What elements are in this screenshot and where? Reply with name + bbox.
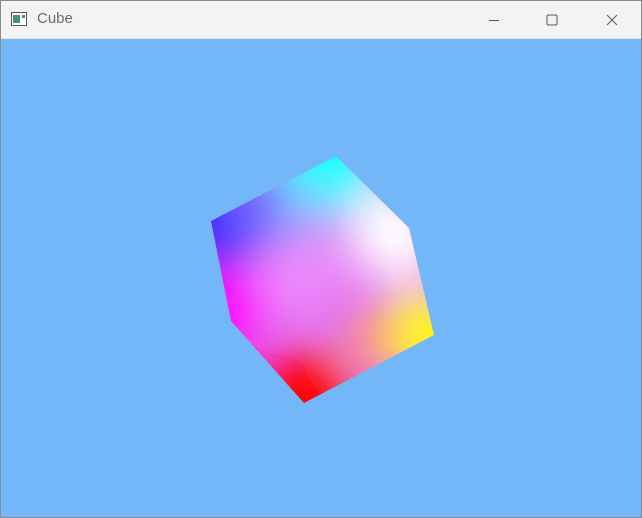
maximize-button[interactable] <box>523 1 581 38</box>
cube-color-gradient <box>211 156 434 403</box>
window-title: Cube <box>37 10 73 27</box>
cube-faces <box>211 156 434 403</box>
minimize-icon <box>488 14 500 26</box>
render-canvas[interactable] <box>1 39 641 517</box>
rgb-color-cube <box>211 156 434 403</box>
title-bar[interactable]: Cube <box>1 1 641 39</box>
app-window: Cube <box>0 0 642 518</box>
close-icon <box>606 14 618 26</box>
minimize-button[interactable] <box>465 1 523 38</box>
close-button[interactable] <box>583 1 641 38</box>
window-app-icon <box>11 12 27 26</box>
maximize-icon <box>546 14 558 26</box>
